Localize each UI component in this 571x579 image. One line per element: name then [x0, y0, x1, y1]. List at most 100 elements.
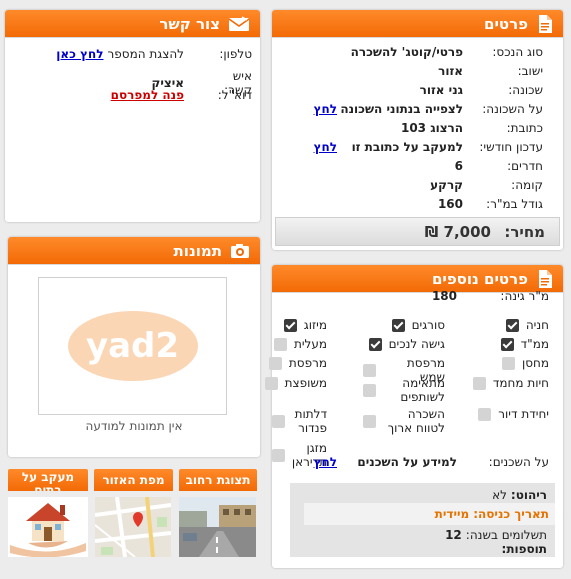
email-row: דוא"ל: פנה למפרסם	[5, 88, 252, 102]
details-row-label: ישוב:	[517, 64, 543, 78]
furniture-value: לא	[492, 488, 507, 502]
feature-item: מתאימה לשותפים	[363, 376, 445, 404]
street-view-tab[interactable]: תצוגת רחוב	[179, 469, 257, 491]
feature-label: מיזוג	[303, 318, 327, 332]
neighbors-text: למידע על השכנים	[357, 455, 457, 469]
area-map-tab[interactable]: מפת האזור	[94, 469, 173, 491]
no-photos-caption: אין תמונות למודעה	[85, 419, 183, 433]
additions-label: תוספות:	[501, 542, 547, 556]
details-row-value: 160	[437, 197, 463, 211]
details-row-label: כתובת:	[506, 121, 543, 135]
payments-row: תשלומים בשנה: 12	[445, 528, 547, 542]
track-homes-tab[interactable]: מעקב על בתים	[8, 469, 88, 491]
contact-advertiser-link[interactable]: פנה למפרסם	[111, 88, 184, 102]
yad2-logo: yad2	[67, 311, 198, 381]
feature-item: מיזוג	[283, 318, 327, 332]
feature-item: מעלית	[273, 337, 327, 351]
feature-item: חיות מחמד	[472, 376, 549, 390]
phone-label: טלפון:	[219, 47, 252, 61]
feature-label: משופצת	[284, 376, 327, 390]
details-header: פרטים	[272, 10, 563, 38]
envelope-icon	[228, 14, 250, 33]
additions-row: תוספות:	[502, 542, 547, 556]
payments-value: 12	[445, 528, 462, 542]
neighbors-label: על השכנים:	[488, 455, 549, 469]
unchecked-checkbox-icon	[501, 356, 515, 370]
street-view-thumbnail[interactable]	[179, 497, 256, 557]
furniture-row: ריהוט: לא	[492, 488, 547, 502]
feature-label: ממ"ד	[520, 337, 549, 351]
area-map-thumbnail[interactable]	[95, 497, 171, 557]
document-icon	[536, 269, 553, 288]
feature-item: חניה	[505, 318, 549, 332]
details-row: חדרים: 6	[272, 159, 563, 173]
feature-item: דלתות פנדור	[272, 407, 327, 435]
details-title: פרטים	[484, 14, 528, 33]
track-homes-thumbnail[interactable]	[8, 497, 88, 557]
garden-label: מ"ר גינה:	[500, 289, 549, 303]
contact-header: צור קשר	[5, 10, 260, 38]
contact-panel: צור קשר טלפון: להצגת המספר לחץ כאן איש ק…	[5, 10, 260, 222]
feature-item: ממ"ד	[500, 337, 549, 351]
unchecked-checkbox-icon	[363, 383, 376, 397]
details-row-label: חדרים:	[507, 159, 543, 173]
photo-frame[interactable]: yad2	[38, 277, 227, 415]
feature-label: יחידת דיור	[498, 407, 549, 421]
details-row-label: שכונה:	[508, 83, 543, 97]
unchecked-checkbox-icon	[472, 376, 486, 390]
feature-label: השכרה לטווח ארוך	[387, 407, 445, 435]
details-row-label: קומה:	[511, 178, 543, 192]
feature-label: מעלית	[293, 337, 327, 351]
details-row-link[interactable]: לחץ	[314, 140, 337, 154]
checked-checkbox-icon	[368, 337, 382, 351]
feature-label: דלתות פנדור	[294, 407, 327, 435]
details-row-label: סוג הנכס:	[492, 45, 543, 59]
details-row-link[interactable]: לחץ	[314, 102, 337, 116]
details-row-value: פרטי/קוטג' להשכרה	[350, 45, 463, 59]
details-row-value: לצפייה בנתוני השכונה	[340, 102, 463, 116]
details-row-label: עדכון חודשי:	[479, 140, 543, 154]
unchecked-checkbox-icon	[363, 363, 376, 377]
feature-label: מחסן	[521, 356, 549, 370]
feature-label: חניה	[525, 318, 549, 332]
details-row: סוג הנכס: פרטי/קוטג' להשכרה	[272, 45, 563, 59]
feature-label: מתאימה לשותפים	[400, 376, 445, 404]
details-row: קומה: קרקע	[272, 178, 563, 192]
details-panel: פרטים סוג הנכס: פרטי/קוטג' להשכרה ישוב: אזו…	[272, 10, 563, 250]
details-row-value: הרצוג 103	[400, 121, 463, 135]
details-row-value: קרקע	[430, 178, 463, 192]
photos-header: תמונות	[8, 237, 260, 265]
payments-label: תשלומים בשנה:	[465, 528, 547, 542]
feature-label: חיות מחמד	[492, 376, 549, 390]
price-value: 7,000 ₪	[424, 222, 491, 241]
details-row: עדכון חודשי: למעקב על כתובת זו לחץ	[272, 140, 563, 154]
checked-checkbox-icon	[391, 318, 405, 332]
checked-checkbox-icon	[283, 318, 297, 332]
feature-item: משופצת	[264, 376, 327, 390]
feature-label: סורגים	[411, 318, 445, 332]
unchecked-checkbox-icon	[273, 337, 287, 351]
phone-row: טלפון: להצגת המספר לחץ כאן	[5, 47, 252, 61]
camera-icon	[230, 241, 250, 260]
garden-value: 180	[431, 289, 457, 303]
entry-date-value: מיידית	[434, 507, 470, 521]
feature-item: יחידת דיור	[478, 407, 549, 421]
photos-panel: תמונות yad2 אין תמונות למודעה	[8, 237, 260, 457]
extra-details-panel: פרטים נוספים מ"ר גינה: 180 מיזוג סורגים חנ…	[264, 265, 563, 568]
details-row-value: 6	[454, 159, 463, 173]
contact-title: צור קשר	[159, 14, 220, 33]
summary-box: ריהוט: לא תאריך כניסה: מיידית תשלומים בש…	[290, 483, 555, 557]
details-row-label: גודל במ"ר:	[486, 197, 543, 211]
details-row-label: על השכונה:	[482, 102, 543, 116]
checked-checkbox-icon	[500, 337, 514, 351]
details-row: ישוב: אזור	[272, 64, 563, 78]
neighbors-link[interactable]: לחץ	[314, 455, 337, 469]
show-phone-link[interactable]: לחץ כאן	[56, 47, 103, 61]
feature-item: מחסן	[501, 356, 549, 370]
unchecked-checkbox-icon	[268, 356, 282, 370]
details-row-value: גני אזור	[419, 83, 463, 97]
price-bar: מחיר: 7,000 ₪	[275, 217, 560, 246]
details-row: כתובת: הרצוג 103	[272, 121, 563, 135]
unchecked-checkbox-icon	[363, 414, 376, 428]
furniture-label: ריהוט:	[510, 488, 547, 502]
